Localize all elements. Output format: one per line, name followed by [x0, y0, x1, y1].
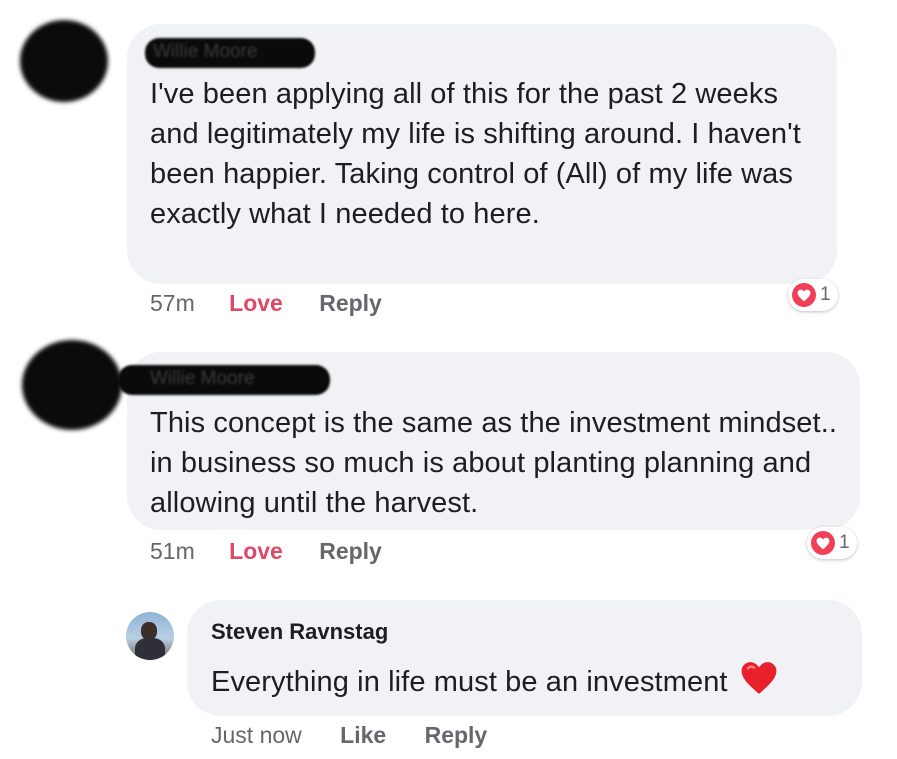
- reaction-count: 1: [839, 532, 850, 553]
- love-button[interactable]: Love: [229, 290, 283, 316]
- reply-button[interactable]: Reply: [319, 538, 382, 564]
- avatar-body: [135, 638, 165, 660]
- redacted-avatar[interactable]: [22, 340, 122, 430]
- timestamp: Just now: [211, 722, 302, 748]
- reaction-badge[interactable]: 1: [807, 527, 857, 559]
- comment-text: This concept is the same as the investme…: [150, 407, 838, 519]
- reaction-badge[interactable]: 1: [788, 279, 838, 311]
- redacted-author-name[interactable]: Willie Moore: [145, 38, 315, 68]
- redacted-avatar[interactable]: [20, 20, 108, 102]
- reply-text: Everything in life must be an investment: [211, 660, 851, 707]
- reply-button[interactable]: Reply: [425, 722, 488, 748]
- comment-text: I've been applying all of this for the p…: [150, 78, 801, 230]
- heart-reaction-icon: [811, 531, 835, 555]
- red-heart-emoji-icon: [740, 660, 778, 707]
- author-name: Willie Moore: [153, 41, 258, 62]
- reply-actions: Just now Like Reply: [211, 722, 487, 749]
- comment-actions: 51m Love Reply: [150, 538, 382, 565]
- reaction-count: 1: [820, 284, 831, 305]
- comment-actions: 57m Love Reply: [150, 290, 382, 317]
- heart-reaction-icon: [792, 283, 816, 307]
- timestamp: 51m: [150, 538, 195, 564]
- reply-text-content: Everything in life must be an investment: [211, 666, 728, 699]
- love-button[interactable]: Love: [229, 538, 283, 564]
- avatar[interactable]: [126, 612, 174, 660]
- reply-button[interactable]: Reply: [319, 290, 382, 316]
- reply-author-name[interactable]: Steven Ravnstag: [211, 619, 388, 645]
- redacted-author-name[interactable]: Willie Moore: [118, 365, 330, 395]
- like-button[interactable]: Like: [340, 722, 386, 748]
- author-name: Willie Moore: [150, 368, 255, 389]
- timestamp: 57m: [150, 290, 195, 316]
